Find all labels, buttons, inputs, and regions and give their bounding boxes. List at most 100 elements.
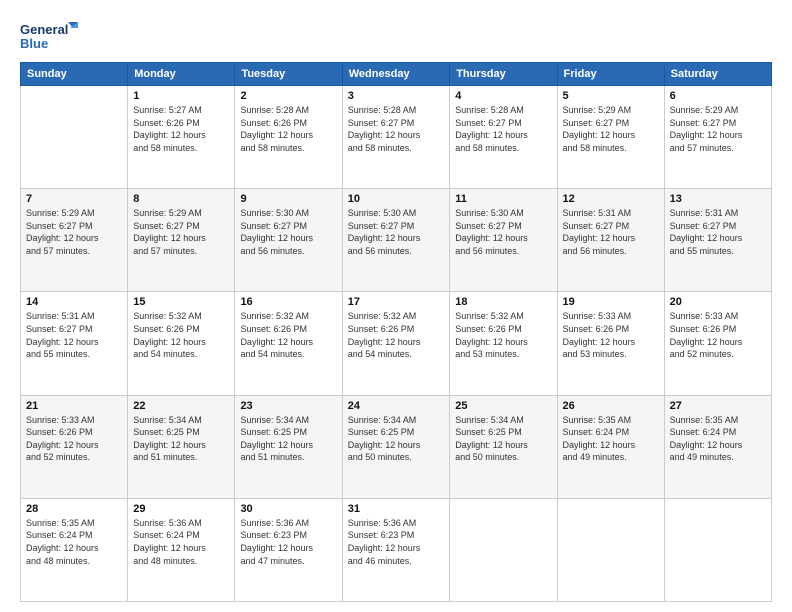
day-header-wednesday: Wednesday bbox=[342, 63, 450, 86]
week-row-3: 14 Sunrise: 5:31 AM Sunset: 6:27 PM Dayli… bbox=[21, 292, 772, 395]
day-number: 4 bbox=[455, 90, 551, 102]
day-info: Sunrise: 5:31 AM Sunset: 6:27 PM Dayligh… bbox=[26, 310, 122, 360]
calendar-cell: 24Sunrise: 5:34 AM Sunset: 6:25 PM Dayli… bbox=[342, 395, 450, 498]
calendar-cell bbox=[450, 498, 557, 601]
day-info: Sunrise: 5:34 AM Sunset: 6:25 PM Dayligh… bbox=[240, 414, 336, 464]
logo: GeneralBlue bbox=[20, 18, 80, 54]
day-info: Sunrise: 5:28 AM Sunset: 6:27 PM Dayligh… bbox=[348, 104, 445, 154]
day-info: Sunrise: 5:33 AM Sunset: 6:26 PM Dayligh… bbox=[26, 414, 122, 464]
day-info: Sunrise: 5:34 AM Sunset: 6:25 PM Dayligh… bbox=[455, 414, 551, 464]
calendar-cell: 5 Sunrise: 5:29 AM Sunset: 6:27 PM Daylig… bbox=[557, 86, 664, 189]
day-info: Sunrise: 5:32 AM Sunset: 6:26 PM Dayligh… bbox=[348, 310, 445, 360]
day-header-friday: Friday bbox=[557, 63, 664, 86]
calendar-cell: 19 Sunrise: 5:33 AM Sunset: 6:26 PM Dayli… bbox=[557, 292, 664, 395]
day-info: Sunrise: 5:30 AM Sunset: 6:27 PM Dayligh… bbox=[348, 207, 445, 257]
calendar-table: SundayMondayTuesdayWednesdayThursdayFrid… bbox=[20, 62, 772, 602]
day-info: Sunrise: 5:32 AM Sunset: 6:26 PM Dayligh… bbox=[455, 310, 551, 360]
day-number: 12 bbox=[563, 193, 659, 205]
day-info: Sunrise: 5:29 AM Sunset: 6:27 PM Dayligh… bbox=[26, 207, 122, 257]
calendar-cell bbox=[557, 498, 664, 601]
day-header-sunday: Sunday bbox=[21, 63, 128, 86]
calendar-cell: 20 Sunrise: 5:33 AM Sunset: 6:26 PM Dayli… bbox=[664, 292, 771, 395]
day-number: 22 bbox=[133, 400, 229, 412]
day-number: 30 bbox=[240, 503, 336, 515]
day-number: 24 bbox=[348, 400, 445, 412]
day-number: 16 bbox=[240, 296, 336, 308]
day-number: 19 bbox=[563, 296, 659, 308]
calendar-cell: 9 Sunrise: 5:30 AM Sunset: 6:27 PM Daylig… bbox=[235, 189, 342, 292]
day-info: Sunrise: 5:36 AM Sunset: 6:23 PM Dayligh… bbox=[348, 517, 445, 567]
svg-text:General: General bbox=[20, 22, 68, 37]
calendar-cell: 4 Sunrise: 5:28 AM Sunset: 6:27 PM Daylig… bbox=[450, 86, 557, 189]
day-number: 21 bbox=[26, 400, 122, 412]
calendar-cell: 7 Sunrise: 5:29 AM Sunset: 6:27 PM Daylig… bbox=[21, 189, 128, 292]
calendar-cell: 18 Sunrise: 5:32 AM Sunset: 6:26 PM Dayli… bbox=[450, 292, 557, 395]
day-info: Sunrise: 5:36 AM Sunset: 6:23 PM Dayligh… bbox=[240, 517, 336, 567]
day-info: Sunrise: 5:32 AM Sunset: 6:26 PM Dayligh… bbox=[133, 310, 229, 360]
day-info: Sunrise: 5:35 AM Sunset: 6:24 PM Dayligh… bbox=[26, 517, 122, 567]
calendar-cell: 15 Sunrise: 5:32 AM Sunset: 6:26 PM Dayli… bbox=[128, 292, 235, 395]
day-number: 1 bbox=[133, 90, 229, 102]
day-info: Sunrise: 5:34 AM Sunset: 6:25 PM Dayligh… bbox=[133, 414, 229, 464]
calendar-cell: 13 Sunrise: 5:31 AM Sunset: 6:27 PM Dayli… bbox=[664, 189, 771, 292]
day-number: 18 bbox=[455, 296, 551, 308]
day-number: 14 bbox=[26, 296, 122, 308]
day-number: 3 bbox=[348, 90, 445, 102]
calendar-cell: 26 Sunrise: 5:35 AM Sunset: 6:24 PM Dayli… bbox=[557, 395, 664, 498]
week-row-1: 1 Sunrise: 5:27 AM Sunset: 6:26 PM Daylig… bbox=[21, 86, 772, 189]
page: GeneralBlue SundayMondayTuesdayWednesday… bbox=[0, 0, 792, 612]
day-number: 10 bbox=[348, 193, 445, 205]
day-header-monday: Monday bbox=[128, 63, 235, 86]
day-number: 5 bbox=[563, 90, 659, 102]
calendar-cell: 17 Sunrise: 5:32 AM Sunset: 6:26 PM Dayli… bbox=[342, 292, 450, 395]
day-info: Sunrise: 5:29 AM Sunset: 6:27 PM Dayligh… bbox=[670, 104, 766, 154]
day-info: Sunrise: 5:35 AM Sunset: 6:24 PM Dayligh… bbox=[563, 414, 659, 464]
calendar-cell: 28 Sunrise: 5:35 AM Sunset: 6:24 PM Dayli… bbox=[21, 498, 128, 601]
calendar-cell: 11 Sunrise: 5:30 AM Sunset: 6:27 PM Dayli… bbox=[450, 189, 557, 292]
calendar-cell: 30 Sunrise: 5:36 AM Sunset: 6:23 PM Dayli… bbox=[235, 498, 342, 601]
header-row: SundayMondayTuesdayWednesdayThursdayFrid… bbox=[21, 63, 772, 86]
day-info: Sunrise: 5:27 AM Sunset: 6:26 PM Dayligh… bbox=[133, 104, 229, 154]
calendar-cell: 1 Sunrise: 5:27 AM Sunset: 6:26 PM Daylig… bbox=[128, 86, 235, 189]
day-header-saturday: Saturday bbox=[664, 63, 771, 86]
day-info: Sunrise: 5:28 AM Sunset: 6:27 PM Dayligh… bbox=[455, 104, 551, 154]
day-info: Sunrise: 5:31 AM Sunset: 6:27 PM Dayligh… bbox=[670, 207, 766, 257]
calendar-cell: 14 Sunrise: 5:31 AM Sunset: 6:27 PM Dayli… bbox=[21, 292, 128, 395]
day-info: Sunrise: 5:29 AM Sunset: 6:27 PM Dayligh… bbox=[563, 104, 659, 154]
day-number: 25 bbox=[455, 400, 551, 412]
day-info: Sunrise: 5:30 AM Sunset: 6:27 PM Dayligh… bbox=[240, 207, 336, 257]
day-info: Sunrise: 5:36 AM Sunset: 6:24 PM Dayligh… bbox=[133, 517, 229, 567]
day-number: 6 bbox=[670, 90, 766, 102]
day-number: 8 bbox=[133, 193, 229, 205]
day-info: Sunrise: 5:33 AM Sunset: 6:26 PM Dayligh… bbox=[670, 310, 766, 360]
day-number: 23 bbox=[240, 400, 336, 412]
svg-text:Blue: Blue bbox=[20, 36, 48, 51]
day-number: 31 bbox=[348, 503, 445, 515]
day-number: 9 bbox=[240, 193, 336, 205]
day-number: 27 bbox=[670, 400, 766, 412]
calendar-cell: 8Sunrise: 5:29 AM Sunset: 6:27 PM Daylig… bbox=[128, 189, 235, 292]
day-info: Sunrise: 5:30 AM Sunset: 6:27 PM Dayligh… bbox=[455, 207, 551, 257]
day-number: 7 bbox=[26, 193, 122, 205]
day-number: 15 bbox=[133, 296, 229, 308]
week-row-4: 21 Sunrise: 5:33 AM Sunset: 6:26 PM Dayli… bbox=[21, 395, 772, 498]
day-number: 17 bbox=[348, 296, 445, 308]
day-header-tuesday: Tuesday bbox=[235, 63, 342, 86]
calendar-cell: 31 Sunrise: 5:36 AM Sunset: 6:23 PM Dayli… bbox=[342, 498, 450, 601]
day-info: Sunrise: 5:31 AM Sunset: 6:27 PM Dayligh… bbox=[563, 207, 659, 257]
day-info: Sunrise: 5:33 AM Sunset: 6:26 PM Dayligh… bbox=[563, 310, 659, 360]
day-number: 13 bbox=[670, 193, 766, 205]
calendar-cell: 12 Sunrise: 5:31 AM Sunset: 6:27 PM Dayli… bbox=[557, 189, 664, 292]
day-header-thursday: Thursday bbox=[450, 63, 557, 86]
day-number: 20 bbox=[670, 296, 766, 308]
calendar-cell: 2Sunrise: 5:28 AM Sunset: 6:26 PM Daylig… bbox=[235, 86, 342, 189]
calendar-cell: 27Sunrise: 5:35 AM Sunset: 6:24 PM Dayli… bbox=[664, 395, 771, 498]
day-number: 2 bbox=[240, 90, 336, 102]
calendar-cell: 3 Sunrise: 5:28 AM Sunset: 6:27 PM Daylig… bbox=[342, 86, 450, 189]
day-number: 28 bbox=[26, 503, 122, 515]
day-number: 29 bbox=[133, 503, 229, 515]
day-number: 11 bbox=[455, 193, 551, 205]
day-info: Sunrise: 5:32 AM Sunset: 6:26 PM Dayligh… bbox=[240, 310, 336, 360]
calendar-cell: 29 Sunrise: 5:36 AM Sunset: 6:24 PM Dayli… bbox=[128, 498, 235, 601]
day-number: 26 bbox=[563, 400, 659, 412]
